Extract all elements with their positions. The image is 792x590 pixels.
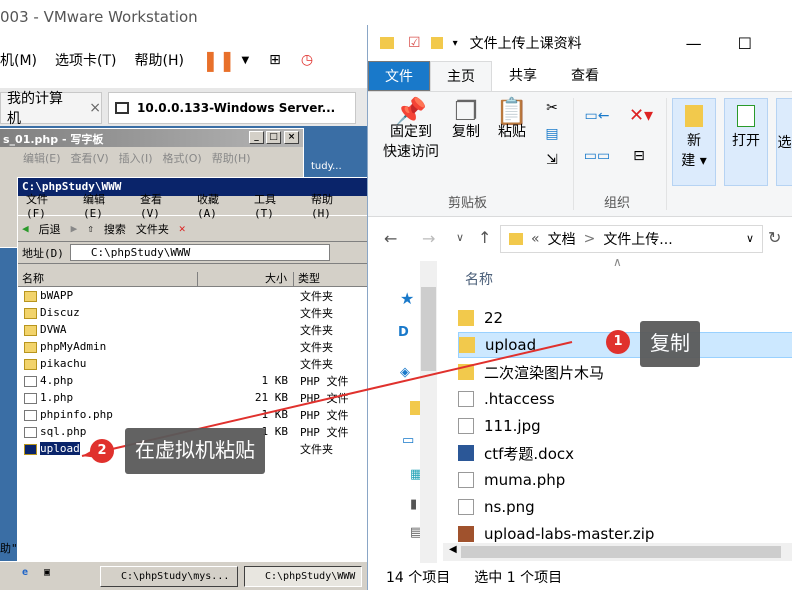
callout-copy: 复制 xyxy=(640,321,700,367)
callout-paste-in-vm: 在虚拟机粘贴 xyxy=(125,428,265,474)
step-badge-1: 1 xyxy=(606,330,630,354)
step-badge-2: 2 xyxy=(90,439,114,463)
drag-arrow xyxy=(81,341,573,458)
